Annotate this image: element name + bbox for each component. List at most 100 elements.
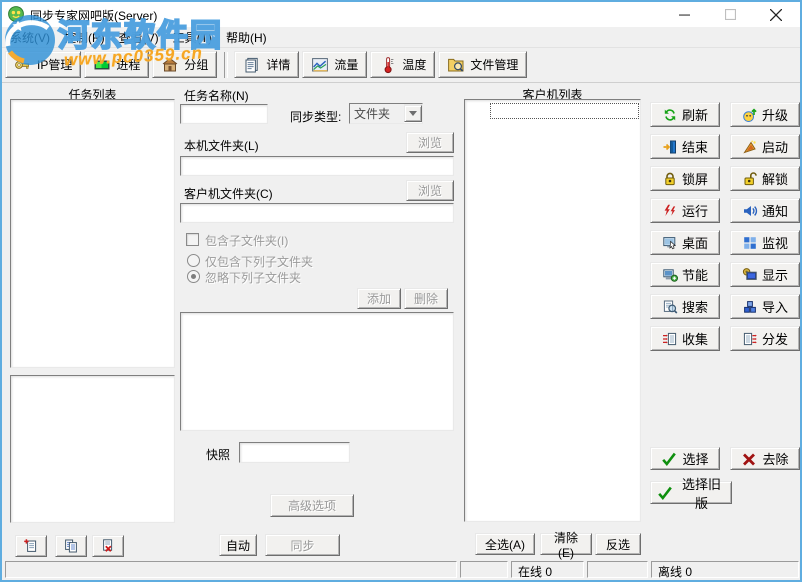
start-button[interactable]: 启动: [730, 134, 800, 159]
task-delete-button[interactable]: [92, 535, 124, 557]
advanced-options-button[interactable]: 高级选项: [270, 494, 354, 517]
toolbar-process-button[interactable]: 进程: [84, 51, 149, 78]
display-icon: [742, 267, 758, 283]
task-listbox[interactable]: [10, 99, 175, 368]
toolbar-separator: [224, 52, 228, 78]
toolbar-button-label: 文件管理: [470, 56, 518, 73]
display-button[interactable]: 显示: [730, 262, 800, 287]
run-button[interactable]: 运行: [650, 198, 720, 223]
maximize-button[interactable]: [708, 2, 753, 27]
action-label: 启动: [762, 137, 788, 156]
import-button[interactable]: 导入: [730, 294, 800, 319]
sync-button[interactable]: 同步: [265, 534, 340, 556]
notify-button[interactable]: 通知: [730, 198, 800, 223]
task-new-button[interactable]: [15, 535, 47, 557]
search-icon: [662, 299, 678, 315]
distribute-button[interactable]: 分发: [730, 326, 800, 351]
close-button[interactable]: [753, 2, 799, 27]
toolbar-button-label: 温度: [402, 56, 426, 73]
client-list-focused-item[interactable]: [490, 103, 639, 119]
menu-item-system[interactable]: 系统(V): [3, 27, 57, 48]
clear-selection-button[interactable]: 清除(E): [540, 533, 592, 555]
status-offline: 离线 0: [651, 561, 799, 578]
snapshot-input[interactable]: [239, 442, 350, 463]
include-subfolders-checkbox[interactable]: [186, 233, 199, 246]
include-subfolders-label: 包含子文件夹(I): [205, 232, 288, 249]
invert-selection-button[interactable]: 反选: [595, 533, 641, 555]
action-label: 搜索: [682, 297, 708, 316]
task-name-input[interactable]: [180, 104, 268, 124]
unlock-icon: [742, 171, 758, 187]
import-icon: [742, 299, 758, 315]
delete-button[interactable]: 删除: [404, 288, 448, 309]
select-old-version-button[interactable]: 选择旧版: [650, 481, 732, 504]
details-icon: [243, 56, 261, 74]
subfolder-listbox[interactable]: [180, 312, 454, 431]
app-icon[interactable]: [8, 6, 24, 22]
monitor-icon: [742, 235, 758, 251]
action-label: 去除: [762, 449, 788, 468]
status-panel-main: [5, 561, 457, 578]
toolbar-group-button[interactable]: 分组: [152, 51, 217, 78]
action-label: 导入: [762, 297, 788, 316]
unlock-button[interactable]: 解锁: [730, 166, 800, 191]
client-listbox[interactable]: [464, 99, 641, 522]
end-button[interactable]: 结束: [650, 134, 720, 159]
task-copy-icon: [63, 538, 79, 554]
browse-local-button[interactable]: 浏览: [406, 132, 454, 153]
collect-button[interactable]: 收集: [650, 326, 720, 351]
app-window: 同步专家网吧版(Server) 系统(V) 控制(R) 查看(V) 工具(T) …: [0, 0, 802, 582]
desktop-button[interactable]: 桌面: [650, 230, 720, 255]
notify-icon: [742, 203, 758, 219]
lock-screen-button[interactable]: 锁屏: [650, 166, 720, 191]
upgrade-button[interactable]: 升级: [730, 102, 800, 127]
menu-item-control[interactable]: 控制(R): [57, 27, 112, 48]
traffic-icon: [311, 56, 329, 74]
remove-button[interactable]: 去除: [730, 447, 800, 470]
toolbar-ip-manage-button[interactable]: IP管理: [5, 51, 81, 78]
local-folder-label: 本机文件夹(L): [184, 137, 259, 154]
action-label: 升级: [762, 105, 788, 124]
toolbar-button-label: 详情: [266, 56, 290, 73]
action-label: 解锁: [762, 169, 788, 188]
client-folder-input[interactable]: [180, 203, 454, 223]
monitor-button[interactable]: 监视: [730, 230, 800, 255]
sync-type-value: 文件夹: [350, 104, 404, 123]
status-online: 在线 0: [511, 561, 584, 578]
select-all-button[interactable]: 全选(A): [475, 533, 535, 555]
toolbar-details-button[interactable]: 详情: [234, 51, 299, 78]
toolbar-button-label: 流量: [334, 56, 358, 73]
refresh-icon: [662, 107, 678, 123]
browse-client-button[interactable]: 浏览: [406, 180, 454, 201]
search-button[interactable]: 搜索: [650, 294, 720, 319]
task-detail-listbox[interactable]: [10, 375, 175, 523]
menu-item-view[interactable]: 查看(V): [112, 27, 166, 48]
minimize-button[interactable]: [662, 2, 707, 27]
sync-type-combo[interactable]: 文件夹: [349, 103, 423, 124]
ignore-subfolders-label: 忽略下列子文件夹: [205, 269, 301, 286]
auto-button[interactable]: 自动: [219, 534, 257, 556]
status-panel-spare2: [587, 561, 648, 578]
combo-arrow-button[interactable]: [404, 105, 422, 122]
toolbar-file-manage-button[interactable]: 文件管理: [438, 51, 527, 78]
toolbar-temperature-button[interactable]: 温度: [370, 51, 435, 78]
menu-item-tools[interactable]: 工具(T): [166, 27, 219, 48]
toolbar-button-label: 分组: [184, 56, 208, 73]
action-label: 桌面: [682, 233, 708, 252]
toolbar-traffic-button[interactable]: 流量: [302, 51, 367, 78]
status-panel-spare: [460, 561, 508, 578]
local-folder-input[interactable]: [180, 156, 454, 176]
ip-manage-icon: [14, 56, 32, 74]
action-label: 显示: [762, 265, 788, 284]
refresh-button[interactable]: 刷新: [650, 102, 720, 127]
ignore-subfolders-radio[interactable]: [187, 270, 200, 283]
distribute-icon: [742, 331, 758, 347]
add-button[interactable]: 添加: [357, 288, 401, 309]
only-include-radio[interactable]: [187, 254, 200, 267]
power-save-button[interactable]: 节能: [650, 262, 720, 287]
menu-item-help[interactable]: 帮助(H): [219, 27, 274, 48]
select-check-icon: [661, 451, 677, 467]
only-include-label: 仅包含下列子文件夹: [205, 253, 313, 270]
select-button[interactable]: 选择: [650, 447, 720, 470]
task-copy-button[interactable]: [55, 535, 87, 557]
